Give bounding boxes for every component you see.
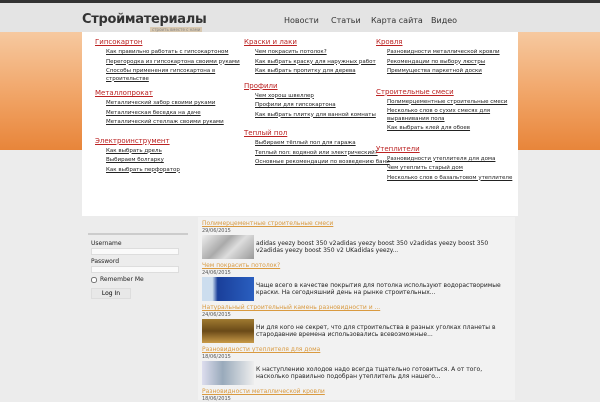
article-link[interactable]: Как выбрать перфоратор [106, 167, 241, 175]
menu-column: Гипсокартон Как правильно работать с гипс… [95, 38, 241, 182]
news-list: Полимерцементные строительные смеси 29/06… [198, 217, 515, 402]
news-excerpt: К наступлению холодов надо всегда тщател… [256, 365, 483, 381]
article-link[interactable]: Чем утеплить старый дом [387, 165, 522, 173]
menu-group: Металлопрокат Металлический забор своими … [95, 89, 241, 127]
news-item: Натуральный строительный камень разновид… [202, 304, 511, 343]
article-link[interactable]: Чем хорош швеллер [255, 93, 390, 101]
news-excerpt: Ни для кого не секрет, что для строитель… [256, 323, 496, 339]
news-date: 24/06/2015 [202, 312, 231, 318]
news-title-link[interactable]: Натуральный строительный камень разновид… [202, 304, 511, 311]
menu-group: Строительные смеси Полимерцементные строи… [376, 88, 522, 133]
news-thumbnail[interactable] [202, 319, 254, 343]
article-link[interactable]: Полимерцементные строительные смеси [387, 99, 522, 107]
article-link[interactable]: Металлический стеллаж своими руками [106, 119, 241, 127]
news-date: 24/06/2015 [202, 270, 231, 276]
menu-group: Кровля Разновидности металлической кровли… [376, 38, 522, 76]
menu-column: Кровля Разновидности металлической кровли… [376, 38, 522, 192]
login-button[interactable]: Log In [91, 288, 131, 299]
article-link[interactable]: Как выбрать плитку для ванной комнаты [255, 112, 390, 120]
article-link[interactable]: Как правильно работать с гипсокартоном [106, 49, 241, 57]
article-link[interactable]: Металлическая беседка на даче [106, 110, 241, 118]
menu-group: Профили Чем хорош швеллер Профили для гипс… [244, 82, 390, 120]
article-link[interactable]: Способы применения гипсокартона в строит… [106, 68, 241, 83]
category-link[interactable]: Теплый пол [244, 129, 390, 137]
username-input[interactable] [91, 248, 179, 255]
news-title-link[interactable]: Разновидности металлической кровли [202, 388, 511, 395]
article-link[interactable]: Разновидности утеплителя для дома [387, 156, 522, 164]
article-link[interactable]: Выбираем тёплый пол для гаража [255, 140, 390, 148]
menu-group: Теплый пол Выбираем тёплый пол для гаража… [244, 129, 390, 167]
news-date: 18/06/2015 [202, 354, 231, 360]
news-item: Разновидности утеплителя для дома 18/06/2… [202, 346, 511, 385]
nav-sitemap[interactable]: Карта сайта [371, 16, 423, 25]
category-link[interactable]: Краски и лаки [244, 38, 390, 46]
category-link[interactable]: Профили [244, 82, 390, 90]
news-thumbnail[interactable] [202, 277, 254, 301]
password-label: Password [91, 258, 120, 265]
news-title-link[interactable]: Полимерцементные строительные смеси [202, 220, 511, 227]
article-link[interactable]: Разновидности металлической кровли [387, 49, 522, 57]
menu-column: Краски и лаки Чем покрасить потолок? Как в… [244, 38, 390, 175]
article-link[interactable]: Как выбрать краску для наружных работ [255, 59, 390, 67]
category-link[interactable]: Электроинструмент [95, 137, 241, 145]
article-link[interactable]: Как выбрать пропитку для дерева [255, 68, 390, 76]
article-link[interactable]: Преимущества паркетной доски [387, 68, 522, 76]
article-link[interactable]: Как выбрать дрель [106, 148, 241, 156]
category-link[interactable]: Металлопрокат [95, 89, 241, 97]
article-link[interactable]: Рекомендации по выбору люстры [387, 59, 522, 67]
article-link[interactable]: Несколько слов о базальтовом утеплителе [387, 175, 522, 183]
category-link[interactable]: Утеплители [376, 145, 522, 153]
news-title-link[interactable]: Чем покрасить потолок? [202, 262, 511, 269]
article-link[interactable]: Теплый пол: водяной или электрический? [255, 150, 390, 158]
menu-group: Электроинструмент Как выбрать дрель Выбира… [95, 137, 241, 175]
article-link[interactable]: Профили для гипсокартона [255, 102, 390, 110]
article-link[interactable]: Перегородка из гипсокартона своими рукам… [106, 59, 241, 67]
news-item: Полимерцементные строительные смеси 29/06… [202, 220, 511, 259]
news-thumbnail[interactable] [202, 361, 254, 385]
category-link[interactable]: Строительные смеси [376, 88, 522, 96]
category-link[interactable]: Гипсокартон [95, 38, 241, 46]
news-item: Чем покрасить потолок? 24/06/2015 Чаще все… [202, 262, 511, 301]
login-form: Username Password Remember Me Log In [88, 233, 188, 302]
remember-me-label: Remember Me [100, 276, 144, 283]
article-link[interactable]: Чем покрасить потолок? [255, 49, 390, 57]
news-excerpt: Чаще всего в качестве покрытия для потол… [256, 281, 501, 297]
article-link[interactable]: Несколько слов о сухих смесях для выравн… [387, 108, 522, 123]
category-link[interactable]: Кровля [376, 38, 522, 46]
news-date: 18/06/2015 [202, 396, 231, 402]
news-excerpt: adidas yeezy boost 350 v2adidas yeezy bo… [256, 239, 489, 255]
menu-group: Гипсокартон Как правильно работать с гипс… [95, 38, 241, 83]
remember-me-checkbox[interactable] [91, 276, 97, 283]
article-link[interactable]: Основные рекомендации по возведению бани [255, 159, 390, 167]
nav-news[interactable]: Новости [284, 16, 319, 25]
category-menu: Гипсокартон Как правильно работать с гипс… [82, 32, 518, 216]
password-input[interactable] [91, 266, 179, 273]
menu-group: Утеплители Разновидности утеплителя для д… [376, 145, 522, 183]
username-label: Username [91, 240, 122, 247]
news-date: 29/06/2015 [202, 228, 231, 234]
news-thumbnail[interactable] [202, 235, 254, 259]
news-title-link[interactable]: Разновидности утеплителя для дома [202, 346, 511, 353]
header: Стройматериалы строить вместе с нами Нов… [0, 3, 600, 32]
site-logo[interactable]: Стройматериалы [82, 12, 207, 27]
nav-articles[interactable]: Статьи [331, 16, 361, 25]
article-link[interactable]: Металлический забор своими руками [106, 100, 241, 108]
article-link[interactable]: Как выбрать клей для обоев [387, 125, 522, 133]
article-link[interactable]: Выбираем болгарку [106, 157, 241, 165]
nav-video[interactable]: Видео [431, 16, 457, 25]
menu-group: Краски и лаки Чем покрасить потолок? Как в… [244, 38, 390, 76]
